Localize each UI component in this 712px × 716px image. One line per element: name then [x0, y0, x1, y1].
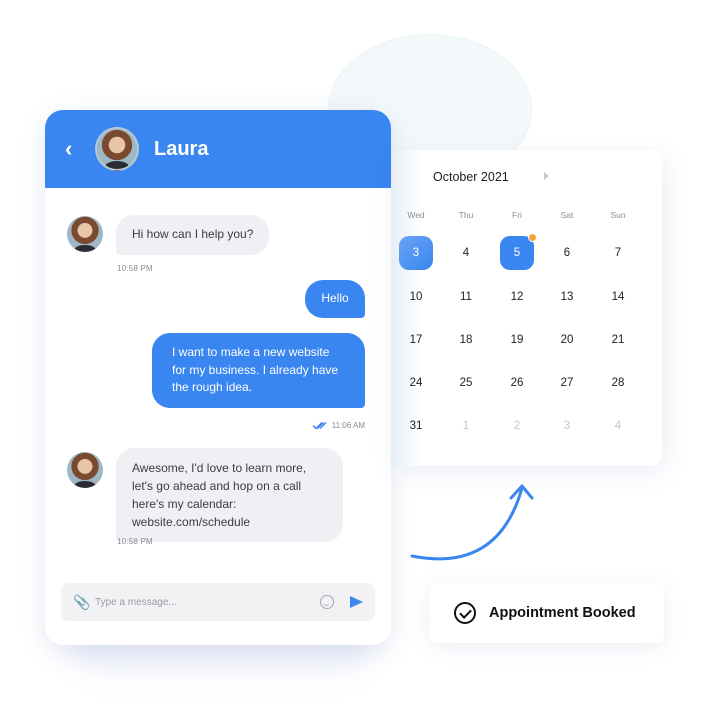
- message-bubble-outgoing: Hello: [305, 280, 365, 318]
- calendar-month-title: October 2021: [433, 170, 509, 184]
- calendar-day[interactable]: 12: [500, 280, 534, 314]
- calendar-day-number: 24: [409, 377, 423, 389]
- message-time: 11:06 AM: [331, 421, 365, 430]
- calendar-day[interactable]: 7: [601, 236, 635, 270]
- calendar-day-number: 12: [510, 291, 524, 303]
- sender-avatar: [67, 216, 103, 252]
- calendar-day[interactable]: 4: [449, 236, 483, 270]
- calendar-day-number: 4: [462, 247, 470, 259]
- calendar-day[interactable]: 20: [550, 323, 584, 357]
- event-marker-dot: [528, 233, 537, 242]
- send-icon[interactable]: [350, 596, 363, 608]
- calendar-day-number: 20: [560, 334, 574, 346]
- calendar-day-number: 27: [560, 377, 574, 389]
- next-month-arrow-icon[interactable]: [544, 172, 549, 180]
- calendar-day-number: 26: [510, 377, 524, 389]
- calendar-day[interactable]: 6: [550, 236, 584, 270]
- weekday-label: Sat: [560, 210, 574, 220]
- calendar-day-number: 7: [614, 247, 622, 259]
- calendar-day[interactable]: 27: [550, 366, 584, 400]
- sender-avatar: [67, 452, 103, 488]
- calendar-day-number: 13: [560, 291, 574, 303]
- message-input[interactable]: [95, 596, 320, 608]
- calendar-day[interactable]: 28: [601, 366, 635, 400]
- message-bubble-outgoing: I want to make a new website for my busi…: [152, 333, 365, 408]
- chat-window: ‹ Laura Hi how can I help you? 10:58 PM …: [45, 110, 391, 645]
- weekday-label: Thu: [458, 210, 474, 220]
- appointment-booked-label: Appointment Booked: [489, 605, 636, 621]
- calendar-day-number: 11: [460, 291, 472, 303]
- calendar-day[interactable]: 3: [550, 409, 584, 443]
- paperclip-icon[interactable]: 📎: [73, 594, 95, 611]
- smiley-icon[interactable]: [320, 595, 334, 609]
- weekday-label: Wed: [407, 210, 425, 220]
- calendar-day-number: 25: [459, 377, 473, 389]
- calendar-day-number: 5: [513, 247, 521, 259]
- message-composer: 📎: [61, 583, 375, 621]
- calendar-day-number: 1: [462, 420, 470, 432]
- calendar-day[interactable]: 1: [449, 409, 483, 443]
- calendar-day-number: 19: [510, 334, 524, 346]
- calendar-day-number: 6: [563, 247, 571, 259]
- message-incoming: Hi how can I help you?: [67, 215, 270, 255]
- message-time: 10:58 PM: [117, 537, 153, 546]
- calendar-day[interactable]: 10: [399, 280, 433, 314]
- check-circle-icon: [454, 602, 476, 624]
- calendar-day[interactable]: 26: [500, 366, 534, 400]
- calendar-day[interactable]: 14: [601, 280, 635, 314]
- calendar-day-number: 18: [459, 334, 473, 346]
- message-incoming: Awesome, I'd love to learn more, let's g…: [67, 448, 343, 542]
- calendar-day[interactable]: 25: [449, 366, 483, 400]
- calendar-day[interactable]: 11: [449, 280, 483, 314]
- calendar: October 2021 Wed Thu Fri Sat Sun 3 4 5 6 7 10 11 12 1…: [391, 150, 662, 466]
- calendar-day[interactable]: 3: [399, 236, 433, 270]
- calendar-day[interactable]: 19: [500, 323, 534, 357]
- calendar-day-number: 17: [409, 334, 423, 346]
- chat-header: ‹ Laura: [45, 110, 391, 188]
- calendar-day-number: 4: [614, 420, 622, 432]
- calendar-day-number: 28: [611, 377, 625, 389]
- calendar-day[interactable]: 4: [601, 409, 635, 443]
- calendar-day-number: 2: [513, 420, 521, 432]
- curved-arrow-icon: [410, 484, 534, 561]
- calendar-day[interactable]: 5: [500, 233, 537, 270]
- message-status: 11:06 AM: [312, 421, 365, 430]
- calendar-day[interactable]: 17: [399, 323, 433, 357]
- double-check-icon: [312, 422, 327, 430]
- calendar-day[interactable]: 21: [601, 323, 635, 357]
- message-time: 10:58 PM: [117, 264, 153, 273]
- weekday-label: Sun: [610, 210, 626, 220]
- appointment-booked-card: Appointment Booked: [430, 583, 664, 643]
- calendar-day[interactable]: 18: [449, 323, 483, 357]
- calendar-day[interactable]: 13: [550, 280, 584, 314]
- calendar-day-number: 10: [409, 291, 423, 303]
- calendar-day[interactable]: 2: [500, 409, 534, 443]
- contact-avatar: [95, 127, 139, 171]
- calendar-day-number: 31: [409, 420, 423, 432]
- calendar-day-number: 14: [611, 291, 625, 303]
- calendar-day-number: 3: [563, 420, 571, 432]
- chevron-left-icon[interactable]: ‹: [65, 138, 85, 160]
- calendar-day[interactable]: 24: [399, 366, 433, 400]
- weekday-label: Fri: [512, 210, 522, 220]
- calendar-day[interactable]: 31: [399, 409, 433, 443]
- message-bubble: Hi how can I help you?: [116, 215, 270, 255]
- contact-name: Laura: [154, 137, 209, 160]
- calendar-day-number: 3: [412, 247, 420, 259]
- calendar-day-number: 21: [611, 334, 625, 346]
- message-bubble: Awesome, I'd love to learn more, let's g…: [116, 448, 343, 542]
